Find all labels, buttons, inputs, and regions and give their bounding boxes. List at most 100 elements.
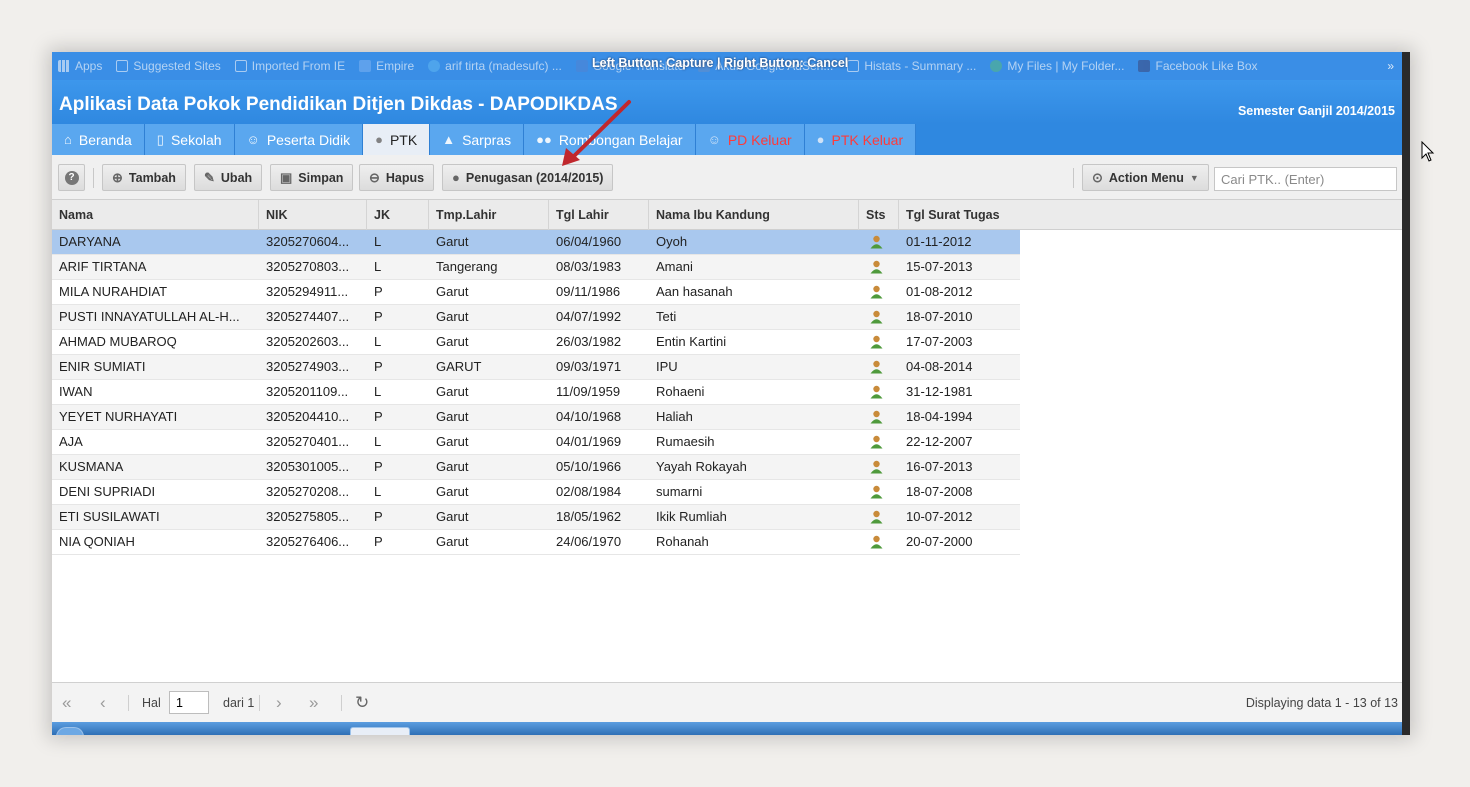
display-info: Displaying data 1 - 13 of 13 — [1245, 696, 1398, 710]
tab-peserta-didik[interactable]: ☺ Peserta Didik — [234, 124, 364, 155]
refresh-icon[interactable]: ↻ — [355, 693, 369, 713]
help-button[interactable]: ? — [58, 164, 85, 191]
tab-sekolah[interactable]: ▯ Sekolah — [144, 124, 235, 155]
cell-nik: 3205301005... — [266, 459, 350, 474]
table-row[interactable]: IWAN 3205201109... L Garut 11/09/1959 Rohaeni… — [52, 380, 1020, 405]
chevron-circle-icon: ⊙ — [1092, 169, 1103, 185]
cell-nik: 3205202603... — [266, 334, 350, 349]
bookmark-empire[interactable]: Empire — [359, 59, 414, 73]
cell-sts — [859, 530, 899, 554]
tab-beranda[interactable]: ⌂ Beranda — [52, 124, 145, 155]
cell-nik: 3205204410... — [266, 409, 350, 424]
cell-tgl-lahir: 05/10/1966 — [556, 459, 622, 474]
assignment-button[interactable]: ● Penugasan (2014/2015) — [442, 164, 614, 191]
table-row[interactable]: KUSMANA 3205301005... P Garut 05/10/1966 Yaya… — [52, 455, 1020, 480]
cell-sts — [859, 480, 899, 504]
cell-nama-ibu: Haliah — [656, 409, 693, 424]
page-icon — [847, 60, 860, 72]
cell-nik: 3205274903... — [266, 359, 350, 374]
bookmark-histats[interactable]: Histats - Summary ... — [847, 59, 976, 73]
cell-tgl-surat-tugas: 10-07-2012 — [906, 509, 973, 524]
cell-tmp-lahir: Garut — [436, 284, 469, 299]
cell-tgl-lahir: 04/10/1968 — [556, 409, 622, 424]
column-header-nama[interactable]: Nama — [52, 200, 259, 230]
bookmark-suggested-sites[interactable]: Suggested Sites — [116, 59, 221, 73]
next-page-icon[interactable]: › — [276, 693, 282, 713]
prev-page-icon[interactable]: ‹ — [100, 693, 106, 713]
column-header-nama-ibu[interactable]: Nama Ibu Kandung — [649, 200, 859, 230]
cell-tgl-surat-tugas: 22-12-2007 — [906, 434, 973, 449]
tab-sarpras[interactable]: ▲ Sarpras — [430, 124, 525, 155]
page-input[interactable] — [169, 691, 209, 714]
bookmark-twitter[interactable]: arif tirta (madesufc) ... — [428, 59, 562, 73]
bookmarks-more-icon[interactable]: » — [1387, 59, 1394, 73]
cell-tmp-lahir: Garut — [436, 234, 469, 249]
tab-ptk-keluar[interactable]: ● PTK Keluar — [804, 124, 917, 155]
cell-nama: ETI SUSILAWATI — [59, 509, 160, 524]
group-icon: ●● — [536, 132, 552, 147]
person-status-icon — [870, 285, 883, 299]
pager-separator — [341, 695, 342, 711]
column-header-tgl-lahir[interactable]: Tgl Lahir — [549, 200, 649, 230]
column-header-tgl-surat-tugas[interactable]: Tgl Surat Tugas — [899, 200, 1402, 230]
table-row[interactable]: NIA QONIAH 3205276406... P Garut 24/06/1970 R… — [52, 530, 1020, 555]
person-status-icon — [870, 310, 883, 324]
table-row[interactable]: PUSTI INNAYATULLAH AL-H... 3205274407... P… — [52, 305, 1020, 330]
taskbar-app-button[interactable] — [350, 727, 410, 735]
column-header-sts[interactable]: Sts — [859, 200, 899, 230]
tab-ptk[interactable]: ● PTK — [363, 124, 431, 155]
column-header-jk[interactable]: JK — [367, 200, 429, 230]
cell-tgl-lahir: 26/03/1982 — [556, 334, 622, 349]
cell-sts — [859, 455, 899, 479]
table-row[interactable]: YEYET NURHAYATI 3205204410... P Garut 04/10/… — [52, 405, 1020, 430]
table-row[interactable]: ETI SUSILAWATI 3205275805... P Garut 18/05/1… — [52, 505, 1020, 530]
bookmark-facebook-like-box[interactable]: Facebook Like Box — [1138, 59, 1258, 73]
cell-nama-ibu: Rohaeni — [656, 384, 705, 399]
bookmark-my-files[interactable]: My Files | My Folder... — [990, 59, 1124, 73]
cell-tgl-lahir: 09/03/1971 — [556, 359, 622, 374]
cell-jk: P — [374, 309, 383, 324]
search-input[interactable] — [1214, 167, 1397, 191]
cell-nama: PUSTI INNAYATULLAH AL-H... — [59, 309, 240, 324]
cell-tgl-lahir: 11/09/1959 — [556, 384, 621, 399]
cell-nik: 3205270604... — [266, 234, 350, 249]
table-row[interactable]: ENIR SUMIATI 3205274903... P GARUT 09/03/197… — [52, 355, 1020, 380]
cell-jk: L — [374, 234, 382, 249]
cell-sts — [859, 280, 899, 304]
pager-separator — [128, 695, 129, 711]
cell-nama-ibu: Ikik Rumliah — [656, 509, 727, 524]
table-row[interactable]: DARYANA 3205270604... L Garut 06/04/1960 Oyoh… — [52, 230, 1020, 255]
last-page-icon[interactable]: » — [309, 693, 318, 713]
cell-nama: KUSMANA — [59, 459, 124, 474]
semester-label: Semester Ganjil 2014/2015 — [1237, 104, 1395, 118]
cell-nama: ARIF TIRTANA — [59, 259, 147, 274]
column-header-nik[interactable]: NIK — [259, 200, 367, 230]
globe-icon — [990, 60, 1003, 72]
delete-button[interactable]: ⊖ Hapus — [359, 164, 435, 191]
table-row[interactable]: DENI SUPRIADI 3205270208... L Garut 02/08/19… — [52, 480, 1020, 505]
table-row[interactable]: AJA 3205270401... L Garut 04/01/1969 Rumaesih… — [52, 430, 1020, 455]
browser-window: Apps Suggested Sites Imported From IE Em… — [52, 52, 1410, 735]
add-button[interactable]: ⊕ Tambah — [102, 164, 186, 191]
bookmark-imported-from-ie[interactable]: Imported From IE — [234, 59, 345, 73]
first-page-icon[interactable]: « — [62, 693, 71, 713]
person-status-icon — [870, 385, 883, 399]
tab-rombongan-belajar[interactable]: ●● Rombongan Belajar — [524, 124, 696, 155]
edit-button[interactable]: ✎ Ubah — [194, 164, 263, 191]
cell-tmp-lahir: Garut — [436, 509, 469, 524]
save-button[interactable]: ▣ Simpan — [270, 164, 354, 191]
person-status-icon — [870, 535, 883, 549]
table-row[interactable]: AHMAD MUBAROQ 3205202603... L Garut 26/03/19… — [52, 330, 1020, 355]
twitter-icon — [428, 60, 441, 72]
start-button[interactable] — [56, 727, 84, 735]
column-header-tmp-lahir[interactable]: Tmp.Lahir — [429, 200, 549, 230]
table-row[interactable]: MILA NURAHDIAT 3205294911... P Garut 09/11/1… — [52, 280, 1020, 305]
action-menu-button[interactable]: ⊙ Action Menu ▼ — [1082, 164, 1209, 191]
person-status-icon — [870, 460, 883, 474]
page-label: Hal — [142, 696, 161, 710]
table-row[interactable]: ARIF TIRTANA 3205270803... L Tangerang 08/03… — [52, 255, 1020, 280]
tab-pd-keluar[interactable]: ☺ PD Keluar — [695, 124, 805, 155]
person-status-icon — [870, 485, 883, 499]
cell-nama-ibu: Aan hasanah — [656, 284, 733, 299]
bookmark-apps[interactable]: Apps — [58, 59, 102, 73]
